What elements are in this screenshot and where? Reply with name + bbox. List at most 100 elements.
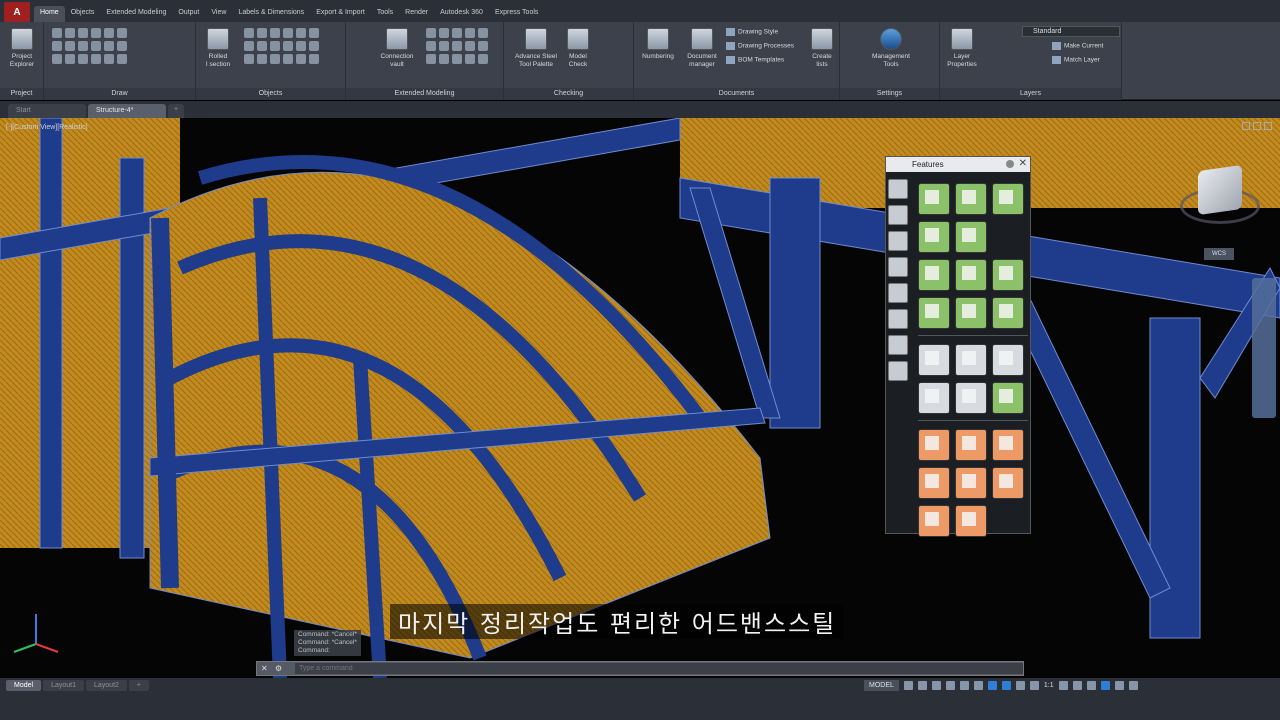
feature-category-button[interactable] [888, 283, 908, 303]
close-icon[interactable]: ✕ [261, 664, 271, 674]
feature-tool[interactable] [955, 429, 987, 461]
ribbon-tab[interactable]: Home [34, 6, 65, 22]
isolate-icon[interactable] [1086, 681, 1096, 690]
annotation-scale[interactable]: 1:1 [1044, 682, 1054, 689]
management-tools-button[interactable]: Management Tools [866, 28, 916, 69]
feature-tool[interactable] [918, 183, 950, 215]
ribbon-tab[interactable]: Render [399, 6, 434, 22]
customization-icon[interactable] [1128, 681, 1138, 690]
feature-tool[interactable] [955, 467, 987, 499]
feature-tool[interactable] [992, 467, 1024, 499]
features-palette-header[interactable]: Features ✕ [886, 157, 1030, 172]
maximize-icon[interactable] [1253, 122, 1261, 130]
feature-tool[interactable] [955, 221, 987, 253]
draw-tools[interactable] [52, 28, 127, 64]
feature-tool[interactable] [918, 382, 950, 414]
feature-tool[interactable] [992, 297, 1024, 329]
wcs-menu[interactable]: WCS [1204, 248, 1234, 260]
objects-tools[interactable] [244, 28, 319, 64]
ribbon-tab[interactable]: Extended Modeling [100, 6, 172, 22]
feature-tool[interactable] [992, 382, 1024, 414]
feature-tool[interactable] [918, 297, 950, 329]
hardware-acceleration-icon[interactable] [1100, 681, 1110, 690]
viewport-label[interactable]: [-][Custom View][Realistic] [6, 124, 88, 131]
transparency-icon[interactable] [1001, 681, 1011, 690]
layout-tab-layout2[interactable]: Layout2 [86, 680, 127, 691]
feature-tool[interactable] [918, 505, 950, 537]
pin-icon[interactable] [1006, 160, 1014, 168]
new-layout-button[interactable]: + [128, 680, 150, 691]
layout-tab-layout1[interactable]: Layout1 [43, 680, 84, 691]
wrench-icon[interactable]: ⚙ [275, 664, 285, 674]
gear-icon[interactable] [1058, 681, 1068, 690]
layer-dropdown[interactable]: Standard [1022, 26, 1120, 37]
ribbon-tab[interactable]: Tools [371, 6, 399, 22]
feature-category-button[interactable] [888, 335, 908, 355]
ribbon-tab[interactable]: Output [172, 6, 205, 22]
ribbon-tab[interactable]: Autodesk 360 [434, 6, 489, 22]
viewcube-icon[interactable] [1198, 164, 1242, 216]
bom-templates-button[interactable]: BOM Templates [726, 56, 784, 64]
drawing-style-button[interactable]: Drawing Style [726, 28, 778, 36]
feature-category-button[interactable] [888, 179, 908, 199]
plus-icon[interactable] [1072, 681, 1082, 690]
numbering-button[interactable]: Numbering [636, 28, 680, 61]
navigation-bar[interactable] [1252, 278, 1276, 418]
make-current-button[interactable]: Make Current [1052, 42, 1103, 50]
ortho-icon[interactable] [931, 681, 941, 690]
model-check-button[interactable]: Model Check [562, 28, 594, 69]
feature-tool[interactable] [918, 221, 950, 253]
create-lists-button[interactable]: Create lists [806, 28, 838, 69]
connection-vault-button[interactable]: Connection vault [372, 28, 422, 69]
feature-category-button[interactable] [888, 231, 908, 251]
minimize-icon[interactable] [1242, 122, 1250, 130]
feature-tool[interactable] [955, 344, 987, 376]
ribbon-tab[interactable]: Express Tools [489, 6, 544, 22]
otrack-icon[interactable] [973, 681, 983, 690]
app-logo[interactable]: A [4, 2, 30, 22]
grid-icon[interactable] [903, 681, 913, 690]
feature-tool[interactable] [992, 259, 1024, 291]
rolled-i-section-button[interactable]: Rolled I section [196, 28, 240, 69]
snap-icon[interactable] [917, 681, 927, 690]
feature-tool[interactable] [992, 183, 1024, 215]
close-icon[interactable] [1264, 122, 1272, 130]
ribbon-tab[interactable]: Export & Import [310, 6, 371, 22]
features-close-button[interactable]: ✕ [1019, 158, 1027, 169]
ribbon-tab[interactable]: View [205, 6, 232, 22]
layer-properties-button[interactable]: Layer Properties [940, 28, 984, 69]
layout-tab-model[interactable]: Model [6, 680, 42, 691]
feature-tool[interactable] [955, 297, 987, 329]
project-explorer-button[interactable]: Project Explorer [0, 28, 44, 69]
feature-tool[interactable] [918, 467, 950, 499]
feature-tool[interactable] [918, 344, 950, 376]
tool-palette-button[interactable]: Advance Steel Tool Palette [508, 28, 564, 69]
feature-tool[interactable] [918, 259, 950, 291]
extended-tools[interactable] [426, 28, 488, 64]
document-manager-button[interactable]: Document manager [680, 28, 724, 69]
feature-tool[interactable] [955, 505, 987, 537]
feature-tool[interactable] [955, 183, 987, 215]
feature-category-button[interactable] [888, 205, 908, 225]
command-input[interactable] [295, 663, 1023, 674]
ribbon-tab[interactable]: Objects [65, 6, 101, 22]
feature-tool[interactable] [992, 344, 1024, 376]
lineweight-icon[interactable] [987, 681, 997, 690]
model-space-button[interactable]: MODEL [864, 680, 899, 691]
file-tab-structure[interactable]: Structure-4* [88, 104, 166, 118]
match-layer-button[interactable]: Match Layer [1052, 56, 1100, 64]
osnap-icon[interactable] [959, 681, 969, 690]
selection-cycling-icon[interactable] [1015, 681, 1025, 690]
model-viewport[interactable]: [-][Custom View][Realistic] Features ✕ W… [0, 118, 1280, 678]
feature-category-button[interactable] [888, 361, 908, 381]
ribbon-tab[interactable]: Labels & Dimensions [232, 6, 310, 22]
drawing-processes-button[interactable]: Drawing Processes [726, 42, 794, 50]
feature-tool[interactable] [992, 429, 1024, 461]
polar-icon[interactable] [945, 681, 955, 690]
feature-category-button[interactable] [888, 257, 908, 277]
file-tab-start[interactable]: Start [8, 104, 86, 118]
feature-category-button[interactable] [888, 309, 908, 329]
annotation-visibility-icon[interactable] [1029, 681, 1039, 690]
clean-screen-icon[interactable] [1114, 681, 1124, 690]
feature-tool[interactable] [955, 382, 987, 414]
